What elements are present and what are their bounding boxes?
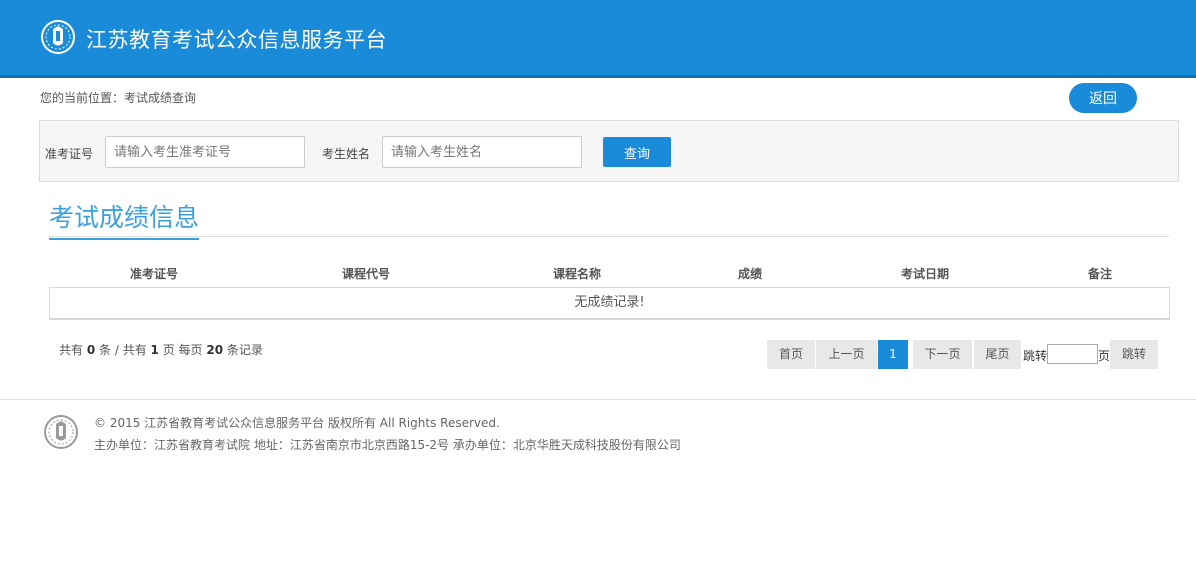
- search-button[interactable]: 查询: [603, 137, 671, 167]
- ticket-number-input[interactable]: [105, 136, 305, 168]
- column-header: 课程名称: [552, 267, 602, 281]
- prev-page-button[interactable]: 上一页: [816, 340, 877, 369]
- column-header: 课程代号: [341, 267, 391, 281]
- empty-message: 无成绩记录!: [574, 295, 645, 310]
- column-header: 考试日期: [900, 267, 950, 281]
- summary-text: 页 每页: [162, 343, 203, 357]
- summary-text: 条 / 共有: [99, 343, 147, 357]
- column-header: 备注: [1087, 267, 1113, 281]
- footer-copyright: © 2015 江苏省教育考试公众信息服务平台 版权所有 All Rights R…: [94, 416, 500, 430]
- record-summary: 共有 0 条 / 共有 1 页 每页 20 条记录: [59, 341, 263, 358]
- breadcrumb: 您的当前位置：考试成绩查询: [40, 91, 197, 105]
- column-header: 准考证号: [129, 267, 179, 281]
- total-count: 0: [86, 343, 96, 357]
- summary-text: 共有: [59, 343, 84, 357]
- jump-button[interactable]: 跳转: [1110, 340, 1158, 369]
- per-page-count: 20: [206, 343, 224, 357]
- site-header: 江苏教育考试公众信息服务平台: [0, 0, 1196, 78]
- first-page-button[interactable]: 首页: [767, 340, 815, 369]
- last-page-button[interactable]: 尾页: [974, 340, 1021, 369]
- results-table-body: 无成绩记录!: [49, 287, 1170, 320]
- candidate-name-input[interactable]: [382, 136, 582, 168]
- ticket-number-label: 准考证号: [45, 147, 94, 161]
- candidate-name-label: 考生姓名: [322, 147, 371, 161]
- jump-page-input[interactable]: [1047, 344, 1098, 364]
- search-panel: 准考证号 考生姓名 查询: [39, 120, 1179, 182]
- jump-label: 跳转: [1023, 349, 1048, 363]
- footer-info: 主办单位：江苏省教育考试院 地址：江苏省南京市北京西路15-2号 承办单位：北京…: [94, 438, 681, 452]
- results-table-header: 准考证号 课程代号 课程名称 成绩 考试日期 备注: [49, 262, 1169, 284]
- site-title: 江苏教育考试公众信息服务平台: [86, 28, 387, 52]
- column-header: 成绩: [737, 267, 763, 281]
- summary-text: 条记录: [226, 343, 263, 357]
- next-page-button[interactable]: 下一页: [913, 340, 972, 369]
- current-page-button[interactable]: 1: [878, 340, 908, 369]
- back-button[interactable]: 返回: [1069, 83, 1137, 113]
- footer-divider: [0, 399, 1196, 400]
- page-unit-label: 页: [1098, 349, 1111, 363]
- section-divider: [49, 236, 1169, 237]
- emblem-logo-icon: [44, 415, 78, 449]
- section-title: 考试成绩信息: [49, 198, 200, 240]
- page-count: 1: [150, 343, 159, 357]
- emblem-logo-icon: [41, 20, 75, 54]
